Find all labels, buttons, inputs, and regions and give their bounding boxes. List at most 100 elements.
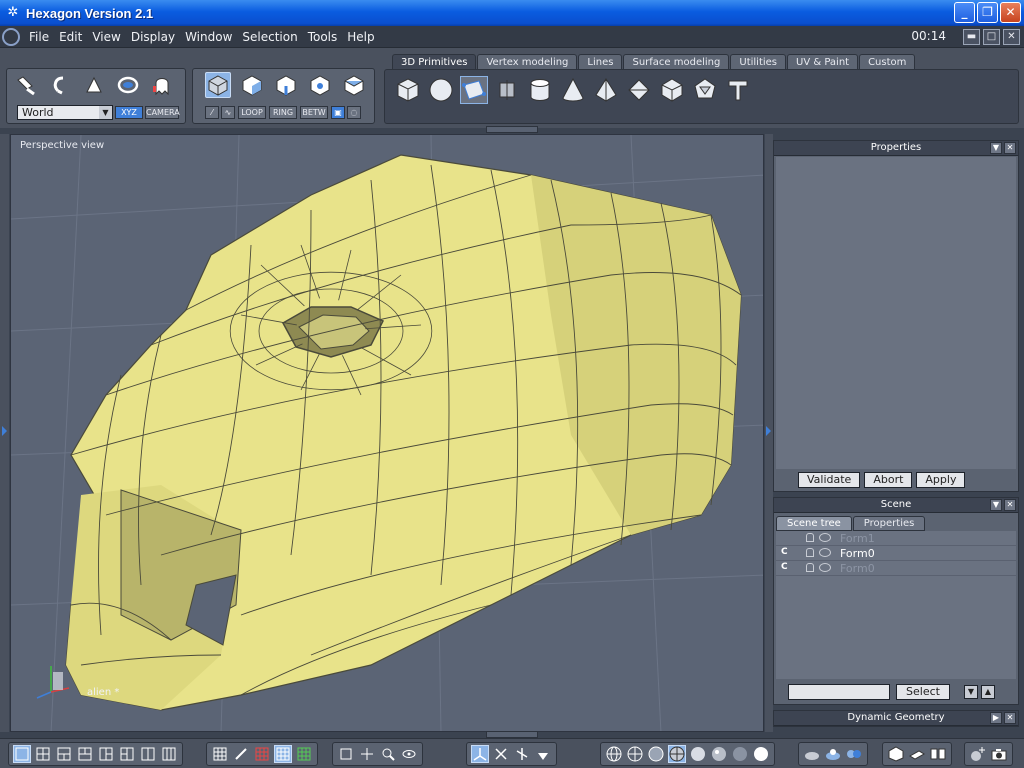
properties-close-icon[interactable]: ✕ (1004, 142, 1016, 154)
render-preview-icon[interactable] (752, 745, 770, 763)
frame-all-icon[interactable] (337, 745, 355, 763)
dynamic-geometry-expand-icon[interactable]: ▶ (990, 712, 1002, 724)
rect-select-icon[interactable]: ▣ (331, 106, 345, 119)
lights-icon[interactable] (845, 745, 863, 763)
scroll-down-icon[interactable]: ▼ (964, 685, 978, 699)
scene-row[interactable]: C Form0 (776, 546, 1016, 561)
minimize-button[interactable]: _ (954, 2, 975, 23)
menu-selection[interactable]: Selection (237, 26, 302, 48)
plane-icon[interactable] (460, 76, 488, 104)
ground-icon[interactable] (803, 745, 821, 763)
xyz-button[interactable]: XYZ (115, 106, 143, 119)
shadow-icon[interactable] (824, 745, 842, 763)
dodecahedron-icon[interactable] (691, 76, 719, 104)
abort-button[interactable]: Abort (864, 472, 913, 488)
layout-quad-icon[interactable] (34, 745, 52, 763)
layout-split-h-icon[interactable] (55, 745, 73, 763)
soft-mode-icon[interactable] (513, 745, 531, 763)
menu-display[interactable]: Display (126, 26, 180, 48)
camera-snapshot-icon[interactable] (990, 745, 1008, 763)
pan-icon[interactable] (358, 745, 376, 763)
select-object-icon[interactable] (205, 72, 231, 98)
cylinder-icon[interactable] (526, 76, 554, 104)
scene-search-input[interactable] (788, 684, 890, 700)
render-light-icon[interactable] (969, 745, 987, 763)
tab-scene-properties[interactable]: Properties (852, 516, 926, 531)
tweak-mode-icon[interactable] (492, 745, 510, 763)
alien-head-mesh[interactable] (11, 135, 764, 732)
tab-surface-modeling[interactable]: Surface modeling (623, 54, 730, 70)
select-auto-icon[interactable] (341, 72, 367, 98)
coordinate-space-select[interactable]: World ▼ (17, 105, 113, 120)
flat-shaded-icon[interactable] (647, 745, 665, 763)
loop-button[interactable]: LOOP (238, 106, 266, 119)
cube-icon[interactable] (394, 76, 422, 104)
grid-settings-icon[interactable] (211, 745, 229, 763)
sphere-icon[interactable] (427, 76, 455, 104)
layout-split-v-icon[interactable] (76, 745, 94, 763)
menu-tools[interactable]: Tools (303, 26, 343, 48)
expand-right-icon[interactable] (766, 426, 771, 436)
lock-icon[interactable] (806, 533, 814, 542)
menu-edit[interactable]: Edit (54, 26, 87, 48)
universal-tool-icon[interactable] (115, 72, 141, 98)
cone-icon[interactable] (559, 76, 587, 104)
tab-vertex-modeling[interactable]: Vertex modeling (477, 54, 578, 70)
layout-triple-icon[interactable] (160, 745, 178, 763)
magic-wand-icon[interactable]: ⁄ (205, 106, 219, 119)
apply-button[interactable]: Apply (916, 472, 966, 488)
scroll-up-icon[interactable]: ▲ (981, 685, 995, 699)
menu-window[interactable]: Window (180, 26, 237, 48)
rotate-tool-icon[interactable] (47, 72, 73, 98)
menu-help[interactable]: Help (342, 26, 379, 48)
lock-icon[interactable] (806, 563, 814, 572)
drop-mode-icon[interactable] (534, 745, 552, 763)
select-face-icon[interactable] (239, 72, 265, 98)
dynamic-geometry-header[interactable]: Dynamic Geometry ▶ ✕ (774, 711, 1018, 726)
scene-collapse-icon[interactable]: ▼ (990, 499, 1002, 511)
dynamic-geometry-close-icon[interactable]: ✕ (1004, 712, 1016, 724)
ground-plane-icon[interactable] (908, 745, 926, 763)
tab-utilities[interactable]: Utilities (730, 54, 787, 70)
book-icon[interactable] (929, 745, 947, 763)
grid-green-icon[interactable] (295, 745, 313, 763)
bottom-panel-handle[interactable] (486, 731, 538, 738)
smooth-shaded-icon[interactable] (689, 745, 707, 763)
circle-select-icon[interactable]: ◌ (347, 106, 361, 119)
wireframe-hidden-icon[interactable] (626, 745, 644, 763)
ring-button[interactable]: RING (269, 106, 297, 119)
validate-button[interactable]: Validate (798, 472, 861, 488)
snap-icon[interactable] (232, 745, 250, 763)
eye-icon[interactable] (819, 548, 831, 557)
tab-3d-primitives[interactable]: 3D Primitives (392, 54, 477, 70)
zoom-icon[interactable] (379, 745, 397, 763)
eye-icon[interactable] (819, 563, 831, 572)
top-panel-handle[interactable] (486, 126, 538, 133)
tab-uv-paint[interactable]: UV & Paint (787, 54, 859, 70)
cross-plane-icon[interactable] (493, 76, 521, 104)
menu-file[interactable]: File (24, 26, 54, 48)
select-vertex-icon[interactable] (307, 72, 333, 98)
select-edge-icon[interactable] (273, 72, 299, 98)
wireframe-sphere-icon[interactable] (605, 745, 623, 763)
pyramid-icon[interactable] (592, 76, 620, 104)
ghost-tool-icon[interactable] (149, 72, 175, 98)
perspective-viewport[interactable]: Perspective view alien * (10, 134, 764, 732)
eye-icon[interactable] (819, 533, 831, 542)
camera-button[interactable]: CAMERA (145, 106, 180, 119)
select-button[interactable]: Select (896, 684, 950, 700)
object-display-icon[interactable] (887, 745, 905, 763)
hammer-tool-icon[interactable] (724, 76, 752, 104)
mdi-restore-button[interactable]: □ (983, 29, 1000, 45)
menu-view[interactable]: View (87, 26, 125, 48)
move-tool-icon[interactable] (13, 72, 39, 98)
layout-right-icon[interactable] (118, 745, 136, 763)
layout-left-icon[interactable] (97, 745, 115, 763)
textured-icon[interactable] (710, 745, 728, 763)
mdi-close-button[interactable]: ✕ (1003, 29, 1020, 45)
between-button[interactable]: BETW (300, 106, 328, 119)
chevron-down-icon[interactable]: ▼ (99, 106, 112, 119)
layout-columns-icon[interactable] (139, 745, 157, 763)
mdi-minimize-button[interactable]: ▬ (963, 29, 980, 45)
scene-row[interactable]: C Form0 (776, 561, 1016, 576)
